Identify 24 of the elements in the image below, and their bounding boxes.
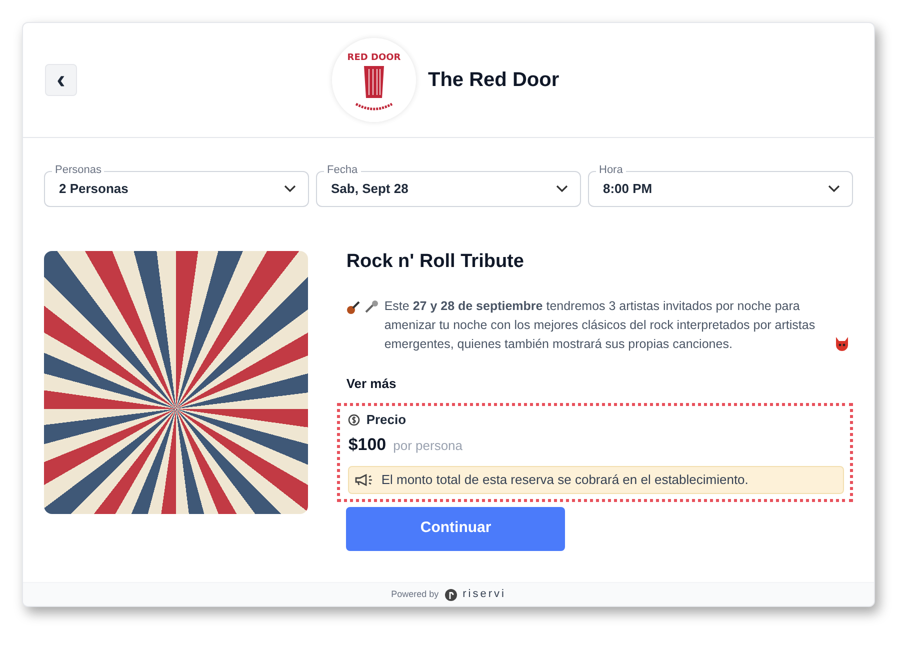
back-button[interactable]: ‹ (45, 64, 77, 96)
riservi-brand: riservi (462, 587, 506, 602)
chevron-down-icon (828, 185, 840, 193)
event-title: Rock n' Roll Tribute (346, 250, 525, 274)
chevron-down-icon (284, 185, 296, 193)
venue-name: The Red Door (428, 68, 560, 93)
dollar-coin-icon (348, 414, 360, 426)
payment-notice: El monto total de esta reserva se cobrará en el establecimiento. (381, 471, 748, 489)
powered-by-text: Powered by (391, 588, 439, 601)
field-value: 8:00 PM (603, 180, 654, 198)
price-heading: Precio (366, 411, 406, 429)
field-value: Sab, Sept 28 (331, 180, 410, 198)
event-description: Este 27 y 28 de septiembre tendremos 3 artistas invitados por noche para amenizar tu noche con los mejores clásicos del rock interpretados por artistas emergentes, quienes también mostrará sus propias canciones. (384, 298, 816, 353)
riservi-logo-icon (444, 588, 457, 600)
continue-button[interactable]: Continuar (346, 506, 566, 550)
field-value: 2 Personas (59, 180, 130, 198)
megaphone-icon (355, 474, 374, 486)
price-unit: por persona (393, 436, 463, 455)
devil-face-icon (834, 336, 850, 352)
price-amount: $100 (348, 434, 386, 456)
brewery-logo: RED DOOR (332, 38, 416, 122)
chevron-down-icon (556, 185, 568, 193)
see-more-link[interactable]: Ver más (346, 374, 853, 393)
guitar-microphone-icon (346, 300, 380, 314)
